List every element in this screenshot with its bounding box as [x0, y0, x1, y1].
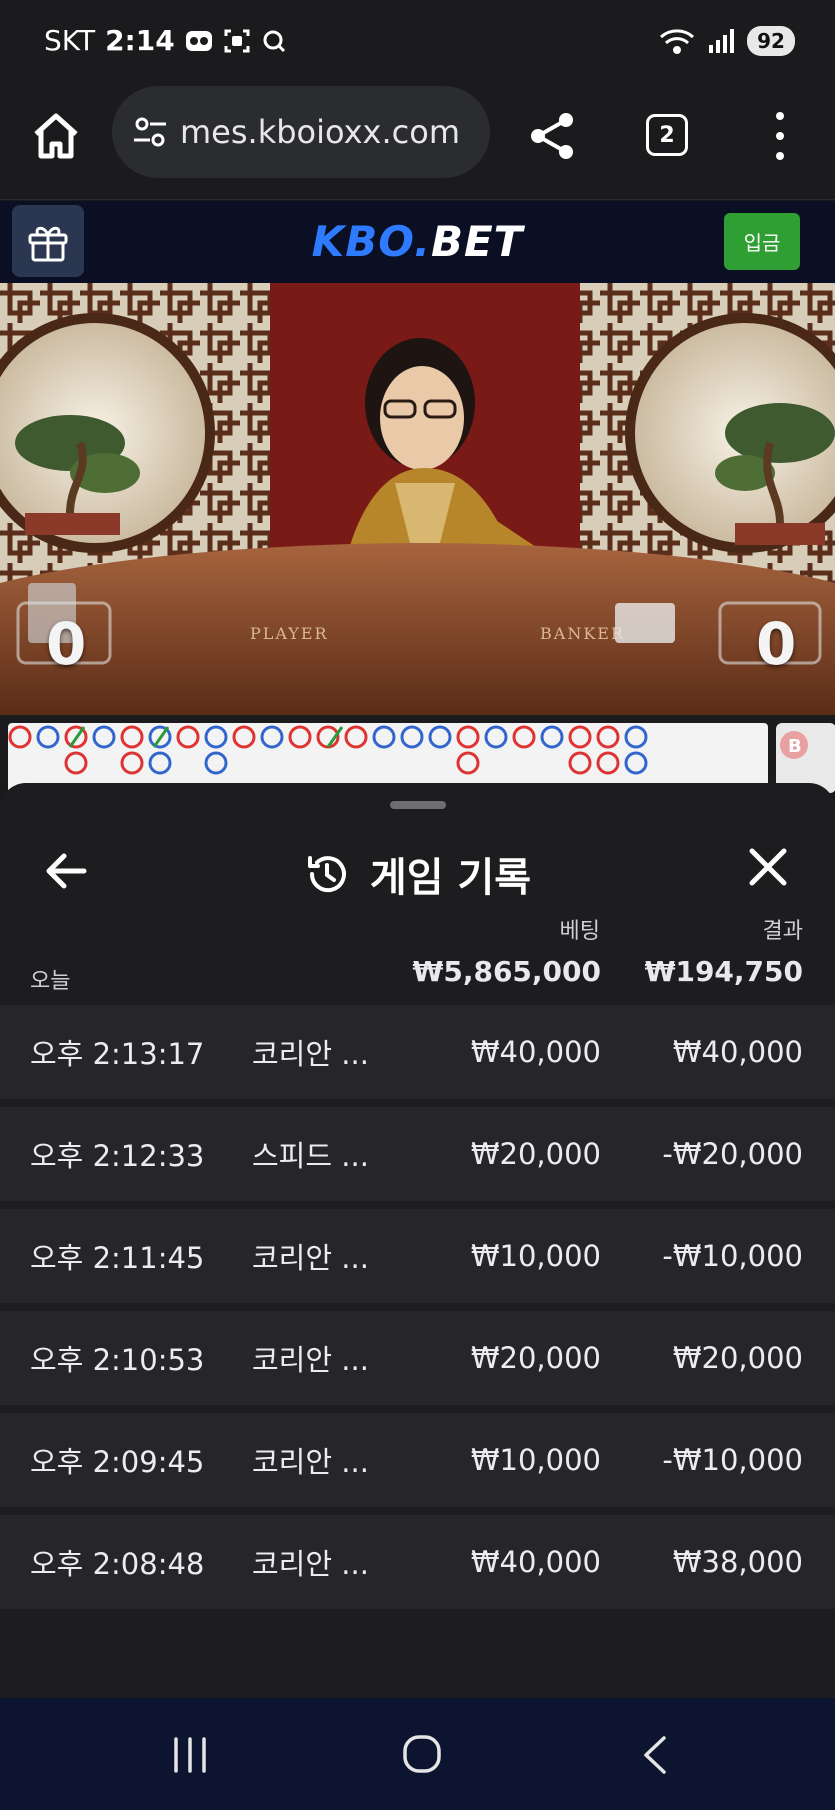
live-dealer-video[interactable]: PLAYER BANKER — [0, 283, 835, 715]
history-summary: 베팅 결과 오늘 ₩5,865,000 ₩194,750 — [0, 913, 835, 1003]
url-text[interactable]: mes.kboioxx.com — [180, 113, 460, 151]
history-icon — [307, 856, 346, 893]
row-game: 코리안 ... — [252, 1343, 369, 1377]
site-settings-icon[interactable] — [130, 112, 170, 152]
row-time: 오후 2:08:48 — [30, 1547, 205, 1581]
row-time: 오후 2:12:33 — [30, 1139, 205, 1173]
sheet-title-text: 게임 기록 — [369, 855, 532, 901]
nav-home-icon[interactable] — [402, 1734, 442, 1774]
home-icon[interactable] — [30, 110, 82, 162]
total-bet-amount: ₩5,865,000 — [412, 955, 601, 988]
dealer-scene: PLAYER BANKER — [0, 283, 835, 715]
banker-score: 0 — [756, 610, 797, 678]
result-column-header: 결과 — [762, 919, 803, 944]
row-game: 코리안 ... — [252, 1547, 369, 1581]
deposit-button[interactable]: 입금 — [724, 213, 800, 270]
row-result: ₩20,000 — [672, 1341, 803, 1375]
nav-back-icon[interactable] — [640, 1734, 670, 1776]
history-row[interactable]: 오후 2:13:17 코리안 ... ₩40,000 ₩40,000 — [0, 1005, 835, 1099]
history-row[interactable]: 오후 2:09:45 코리안 ... ₩10,000 -₩10,000 — [0, 1413, 835, 1507]
row-result: ₩38,000 — [672, 1545, 803, 1579]
close-icon[interactable] — [746, 845, 790, 889]
system-nav-bar — [0, 1698, 835, 1810]
game-history-sheet: 게임 기록 베팅 결과 오늘 ₩5,865,000 ₩194,750 오후 2:… — [0, 783, 835, 1698]
svg-text:PLAYER: PLAYER — [250, 624, 329, 643]
status-right: 92 — [659, 26, 795, 56]
history-row[interactable]: 오후 2:08:48 코리안 ... ₩40,000 ₩38,000 — [0, 1515, 835, 1609]
row-bet: ₩40,000 — [470, 1545, 601, 1579]
roadmap-strip: B — [0, 715, 835, 793]
row-time: 오후 2:10:53 — [30, 1343, 205, 1377]
history-list: 오후 2:13:17 코리안 ... ₩40,000 ₩40,000 오후 2:… — [0, 1005, 835, 1617]
row-game: 코리안 ... — [252, 1037, 369, 1071]
row-time: 오후 2:09:45 — [30, 1445, 205, 1479]
voicemail-icon — [185, 30, 212, 51]
row-bet: ₩10,000 — [470, 1443, 601, 1477]
row-result: -₩10,000 — [662, 1239, 803, 1273]
row-time: 오후 2:11:45 — [30, 1241, 205, 1275]
status-bar: SKT 2:14 92 — [0, 0, 835, 86]
history-row[interactable]: 오후 2:10:53 코리안 ... ₩20,000 ₩20,000 — [0, 1311, 835, 1405]
row-result: -₩10,000 — [662, 1443, 803, 1477]
carrier-label: SKT — [44, 24, 96, 57]
player-score: 0 — [46, 610, 87, 678]
row-game: 코리안 ... — [252, 1241, 369, 1275]
row-game: 스피드 ... — [252, 1139, 369, 1173]
status-left: SKT 2:14 — [44, 24, 289, 57]
site-header: KBO.BET 입금 — [0, 201, 835, 283]
row-result: ₩40,000 — [672, 1035, 803, 1069]
browser-toolbar: mes.kboioxx.com 2 — [0, 86, 835, 200]
wifi-icon — [660, 29, 694, 54]
more-menu-icon[interactable] — [762, 112, 798, 160]
share-icon[interactable] — [528, 110, 576, 162]
address-bar[interactable]: mes.kboioxx.com — [112, 86, 490, 178]
signal-icon — [709, 29, 734, 53]
row-game: 코리안 ... — [252, 1445, 369, 1479]
date-group-label: 오늘 — [30, 969, 71, 994]
row-bet: ₩10,000 — [470, 1239, 601, 1273]
bet-column-header: 베팅 — [559, 919, 600, 944]
screen-capture-icon — [224, 29, 250, 52]
sheet-header: 게임 기록 — [0, 823, 835, 913]
search-lock-icon — [263, 30, 285, 52]
site-logo[interactable]: KBO.BET — [0, 217, 835, 266]
sheet-title: 게임 기록 — [0, 845, 835, 903]
total-result-amount: ₩194,750 — [644, 955, 803, 988]
svg-text:BANKER: BANKER — [540, 624, 625, 643]
recent-apps-icon[interactable] — [170, 1736, 210, 1774]
history-row[interactable]: 오후 2:11:45 코리안 ... ₩10,000 -₩10,000 — [0, 1209, 835, 1303]
tab-switcher-button[interactable]: 2 — [646, 114, 688, 156]
sheet-drag-handle[interactable] — [390, 801, 446, 809]
battery-indicator: 92 — [747, 26, 795, 56]
history-row[interactable]: 오후 2:12:33 스피드 ... ₩20,000 -₩20,000 — [0, 1107, 835, 1201]
row-bet: ₩40,000 — [470, 1035, 601, 1069]
svg-text:B: B — [788, 736, 802, 757]
row-result: -₩20,000 — [662, 1137, 803, 1171]
clock: 2:14 — [105, 24, 175, 57]
row-bet: ₩20,000 — [470, 1137, 601, 1171]
row-time: 오후 2:13:17 — [30, 1037, 205, 1071]
row-bet: ₩20,000 — [470, 1341, 601, 1375]
